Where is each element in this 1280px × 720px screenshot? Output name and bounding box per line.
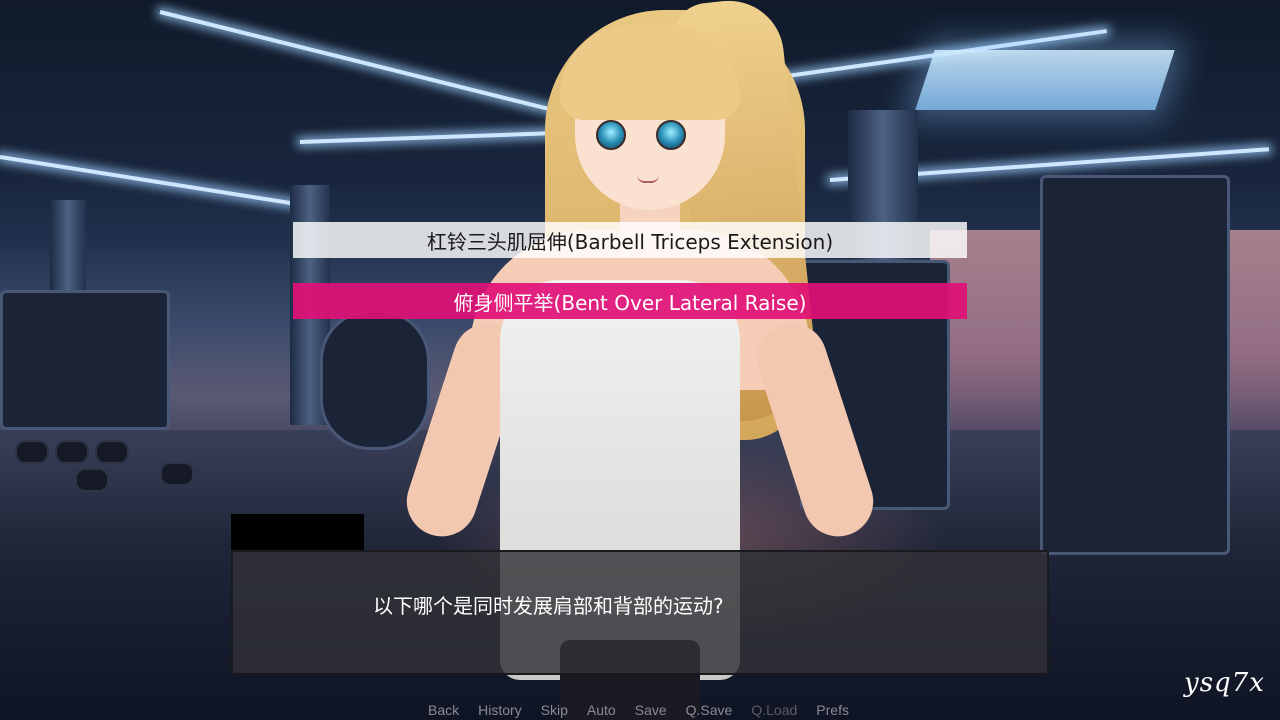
exercise-bike <box>320 310 430 450</box>
character-eye-left <box>596 120 626 150</box>
gym-machine <box>0 290 170 430</box>
quick-menu-quick-save-button[interactable]: Q.Save <box>686 702 742 720</box>
quick-menu-auto-button[interactable]: Auto <box>587 702 625 720</box>
dumbbell <box>15 440 49 464</box>
gym-machine <box>1040 175 1230 555</box>
quick-menu: Back History Skip Auto Save Q.Save Q.Loa… <box>428 702 868 720</box>
speaker-name-box <box>231 514 364 550</box>
quick-menu-history-button[interactable]: History <box>478 702 531 720</box>
character-eye-right <box>656 120 686 150</box>
choice-option-bent-over-lateral-raise[interactable]: 俯身侧平举(Bent Over Lateral Raise) <box>293 283 967 319</box>
quick-menu-quick-load-button[interactable]: Q.Load <box>751 702 806 720</box>
quick-menu-back-button[interactable]: Back <box>428 702 468 720</box>
choice-option-barbell-triceps-extension[interactable]: 杠铃三头肌屈伸(Barbell Triceps Extension) <box>293 222 967 258</box>
skylight <box>915 50 1175 110</box>
dumbbell <box>75 468 109 492</box>
dumbbell <box>160 462 194 486</box>
watermark: ysq7x <box>1184 668 1265 698</box>
dumbbell <box>95 440 129 464</box>
quick-menu-prefs-button[interactable]: Prefs <box>816 702 858 720</box>
quick-menu-save-button[interactable]: Save <box>635 702 676 720</box>
dialogue-text: 以下哪个是同时发展肩部和背部的运动? <box>373 594 724 618</box>
quick-menu-skip-button[interactable]: Skip <box>541 702 577 720</box>
dumbbell <box>55 440 89 464</box>
